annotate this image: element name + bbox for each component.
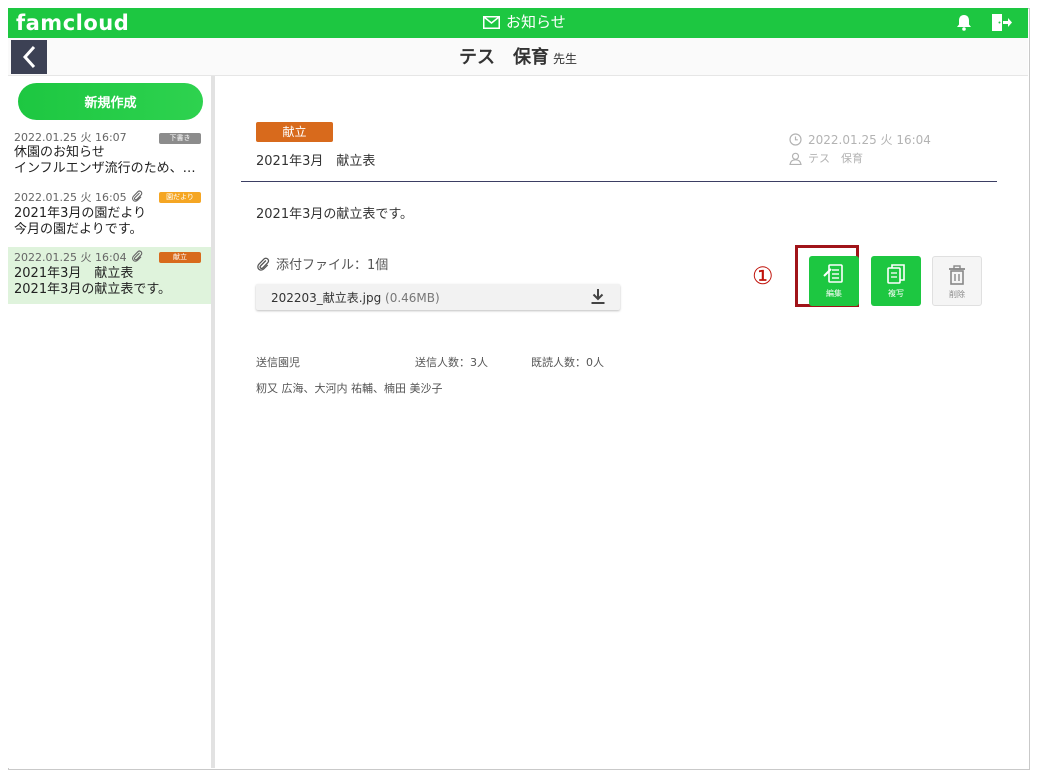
teacher-role: 先生 [552,52,577,66]
attachment-count: 添付ファイル：1個 [276,258,389,273]
message-list-item[interactable]: 2022.01.25 火 16:07 下書き 休園のお知らせ インフルエンザ流行… [8,128,211,179]
edit-button[interactable]: 編集 [809,256,859,306]
teacher-name: テス 保育 [458,47,549,68]
copy-icon [887,264,905,284]
message-datetime: 2022.01.25 火 16:04 [14,251,127,264]
status-badge: 下書き [159,133,201,144]
message-preview: 今月の園だよりです。 [14,222,143,237]
message-body: 2021年3月の献立表です。 [256,207,414,222]
download-icon[interactable] [590,288,606,305]
new-message-button[interactable]: 新規作成 [18,83,203,120]
file-name: 202203_献立表.jpg [271,291,382,305]
message-sidebar: 新規作成 2022.01.25 火 16:07 下書き 休園のお知らせ インフル… [8,76,215,768]
message-subject: 2021年3月 献立表 [256,154,376,169]
message-datetime: 2022.01.25 火 16:07 [14,131,127,144]
edit-label: 編集 [826,289,842,298]
file-size: (0.46MB) [385,291,440,305]
message-author: テス 保育 [789,150,863,166]
app-logo[interactable]: famcloud [16,10,129,36]
paperclip-icon [257,257,270,271]
message-preview: 2021年3月の献立表です。 [14,282,172,297]
status-badge: 献立 [159,252,201,263]
paperclip-icon [131,250,143,266]
notice-label: お知らせ [506,13,566,31]
category-tag: 献立 [256,122,333,142]
author-text: テス 保育 [808,152,863,165]
message-list-item[interactable]: 2022.01.25 火 16:05 園だより 2021年3月の園だより 今月の… [8,187,211,240]
top-bar: famcloud お知らせ [8,8,1028,38]
user-icon [789,152,802,165]
divider [241,181,997,182]
copy-label: 複写 [888,289,904,298]
delete-label: 削除 [949,290,965,299]
read-count: 既読人数：0人 [531,356,604,369]
bell-icon[interactable] [956,14,972,31]
notice-title: お知らせ [483,12,566,32]
message-title: 2021年3月の園だより [14,206,147,221]
message-detail: 献立 2021年3月 献立表 2022.01.25 火 16:04 テス 保育 … [215,76,1027,768]
copy-button[interactable]: 複写 [871,256,921,306]
recipient-names: 籾又 広海、大河内 祐輔、楠田 美沙子 [256,382,443,395]
file-label: 202203_献立表.jpg (0.46MB) [271,289,440,306]
message-list-item-selected[interactable]: 2022.01.25 火 16:04 献立 2021年3月 献立表 2021年3… [8,247,211,304]
recipients-header: 送信園児 [256,356,300,369]
step-marker: ① [752,262,774,290]
message-datetime: 2022.01.25 火 16:04 [789,131,931,148]
attachment-file[interactable]: 202203_献立表.jpg (0.46MB) [256,284,620,310]
datetime-text: 2022.01.25 火 16:04 [808,133,931,147]
message-preview: インフルエンザ流行のため、… [14,161,196,176]
logout-icon[interactable] [991,13,1013,32]
status-badge: 園だより [159,192,201,203]
edit-icon [823,264,843,283]
sub-header: テス 保育 先生 [8,38,1028,76]
trash-icon [949,265,965,285]
mail-icon [483,15,500,29]
clock-icon [789,133,802,146]
teacher-title: テス 保育 先生 [8,43,1028,69]
delete-button[interactable]: 削除 [932,256,982,306]
paperclip-icon [131,190,143,206]
message-datetime: 2022.01.25 火 16:05 [14,191,127,204]
message-title: 2021年3月 献立表 [14,266,134,281]
sent-count: 送信人数：3人 [415,356,488,369]
message-title: 休園のお知らせ [14,145,105,160]
attachment-header: 添付ファイル：1個 [256,254,388,273]
